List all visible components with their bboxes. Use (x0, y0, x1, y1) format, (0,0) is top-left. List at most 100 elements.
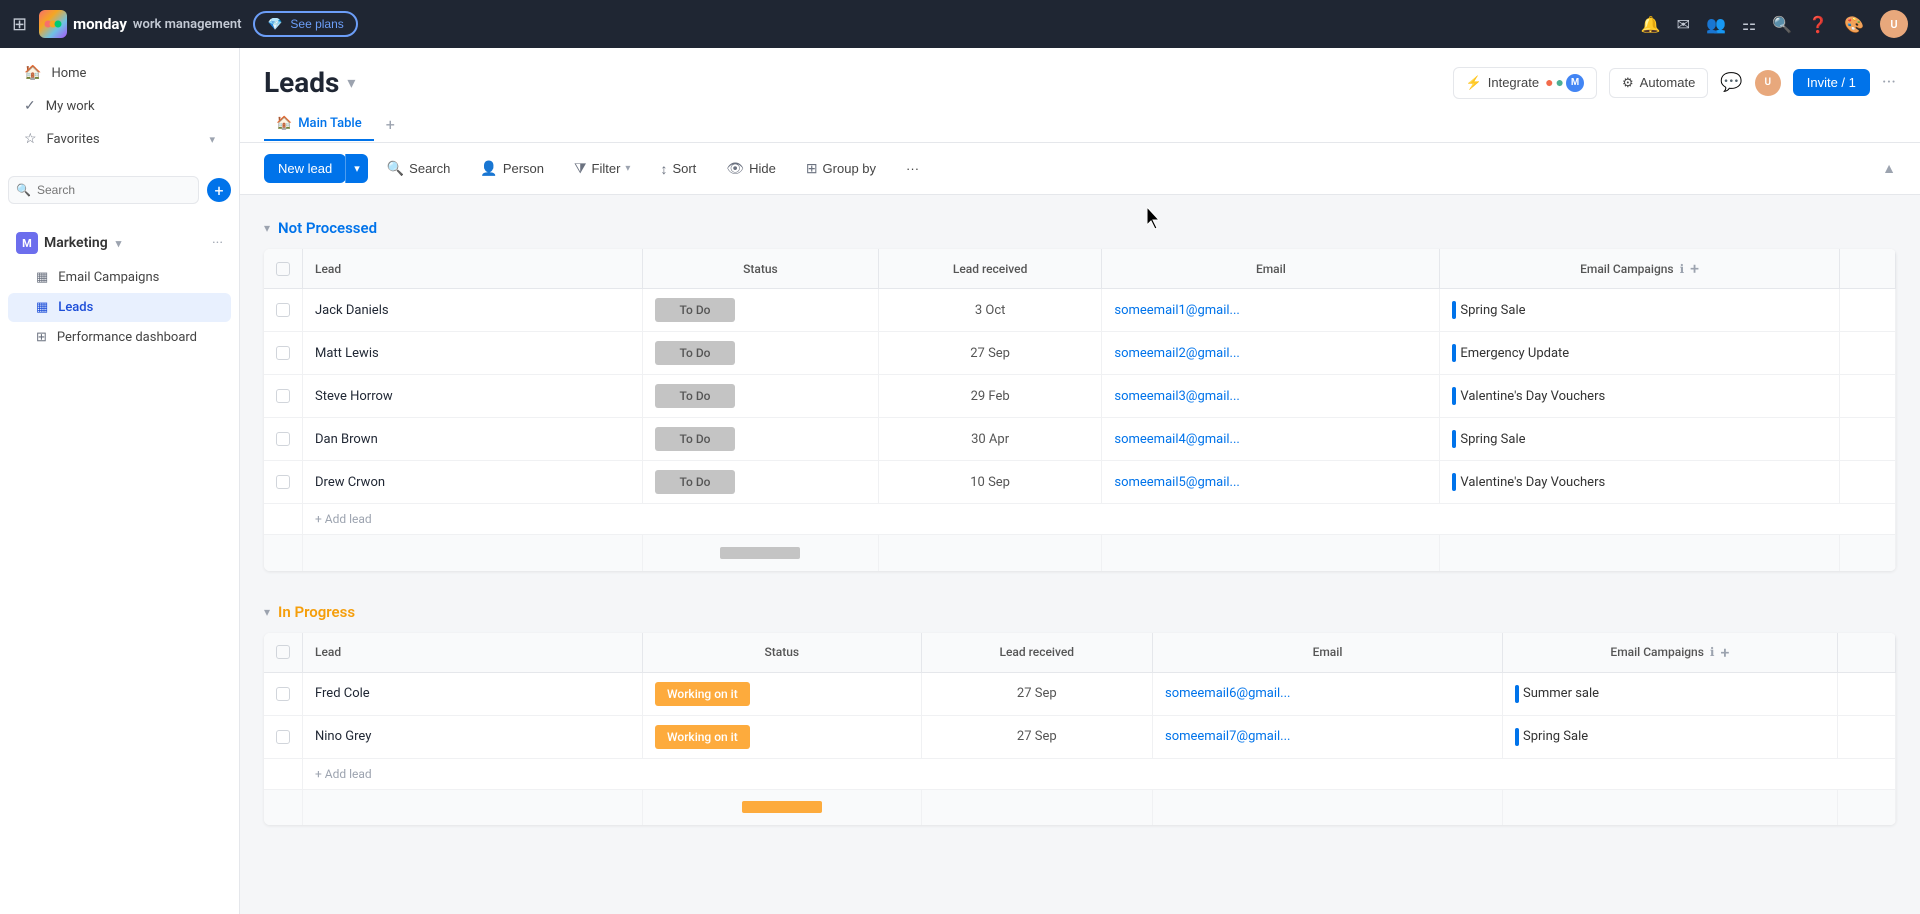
add-column-icon-ip[interactable]: + (1720, 643, 1729, 662)
select-all-checkbox[interactable] (276, 262, 290, 276)
email-campaigns-info-icon-ip[interactable]: ℹ (1710, 645, 1715, 659)
sidebar-search-wrapper: 🔍 (8, 176, 199, 204)
sidebar-item-leads[interactable]: ▦ Leads (8, 293, 231, 322)
sidebar-item-performance-dashboard[interactable]: ⊞ Performance dashboard (8, 323, 231, 352)
invite-button[interactable]: Invite / 1 (1793, 69, 1870, 96)
row-checkbox-ip[interactable] (276, 687, 290, 701)
email-cell[interactable]: someemail5@gmail... (1102, 461, 1440, 504)
hide-button[interactable]: 👁 Hide (715, 153, 787, 184)
new-lead-dropdown-arrow[interactable]: ▾ (345, 154, 368, 183)
status-cell[interactable]: To Do (643, 332, 879, 375)
status-cell[interactable]: To Do (643, 418, 879, 461)
integration-icons: ● ● M (1545, 74, 1584, 92)
see-plans-button[interactable]: 💎 See plans (253, 11, 357, 37)
email-link: someemail1@gmail... (1114, 303, 1239, 318)
user-avatar[interactable]: U (1755, 70, 1781, 96)
integrate-button[interactable]: ⚡ Integrate ● ● M (1453, 67, 1597, 99)
email-cell-ip[interactable]: someemail6@gmail... (1152, 672, 1502, 715)
add-lead-row-ip[interactable]: + Add lead (264, 758, 1896, 789)
avatar[interactable]: U (1880, 10, 1908, 38)
new-lead-button[interactable]: New lead (264, 154, 346, 183)
in-progress-toggle-icon[interactable]: ▾ (264, 605, 270, 619)
row-checkbox[interactable] (276, 432, 290, 446)
campaign-name: Valentine's Day Vouchers (1460, 475, 1605, 490)
help-icon[interactable]: ❓ (1808, 15, 1828, 34)
sidebar-item-favorites[interactable]: ☆ Favorites ▾ (8, 123, 231, 155)
logo: monday work management (39, 10, 241, 38)
email-campaigns-info-icon[interactable]: ℹ (1680, 262, 1685, 276)
page-title-chevron-icon[interactable]: ▾ (347, 73, 355, 92)
row-checkbox[interactable] (276, 303, 290, 317)
more-toolbar-button[interactable]: ··· (895, 154, 930, 183)
row-checkbox[interactable] (276, 475, 290, 489)
email-cell[interactable]: someemail2@gmail... (1102, 332, 1440, 375)
more-options-icon[interactable]: ··· (1882, 72, 1896, 93)
add-tab-button[interactable]: + (378, 107, 403, 142)
campaign-cell-ip2: Spring Sale (1502, 715, 1837, 758)
group-by-label: Group by (823, 161, 876, 176)
filter-button[interactable]: ⧩ Filter ▾ (563, 153, 641, 184)
add-lead-label[interactable]: + Add lead (303, 504, 1896, 535)
lead-name-cell-ip2: Nino Grey ⊕ (303, 715, 643, 758)
sort-label: Sort (672, 161, 696, 176)
comment-icon[interactable]: 💬 (1720, 72, 1742, 93)
row-checkbox-cell (264, 375, 303, 418)
group-by-button[interactable]: ⊞ Group by (795, 153, 887, 184)
automate-label: Automate (1640, 75, 1696, 90)
checkbox-header (264, 249, 303, 289)
row-checkbox-cell-ip2 (264, 715, 303, 758)
campaign-cell-ip: Summer sale (1502, 672, 1837, 715)
colorapp-icon[interactable]: 🎨 (1844, 15, 1864, 34)
search-icon[interactable]: 🔍 (1772, 15, 1792, 34)
status-cell[interactable]: To Do (643, 375, 879, 418)
workspace-menu-icon[interactable]: ··· (212, 235, 223, 251)
empty-col-header-ip (1837, 633, 1895, 673)
row-checkbox[interactable] (276, 389, 290, 403)
sidebar-favorites-label: Favorites (47, 132, 100, 147)
automate-button[interactable]: ⚙ Automate (1609, 68, 1708, 98)
sidebar-search-input[interactable] (8, 176, 199, 204)
status-cell[interactable]: To Do (643, 461, 879, 504)
email-cell[interactable]: someemail1@gmail... (1102, 289, 1440, 332)
email-cell[interactable]: someemail3@gmail... (1102, 375, 1440, 418)
tab-main-table[interactable]: 🏠 Main Table (264, 108, 374, 141)
in-progress-group: ▾ In Progress Lead Status Lead received … (264, 595, 1896, 826)
status-cell[interactable]: To Do (643, 289, 879, 332)
filter-icon: ⧩ (574, 160, 587, 177)
extra-cell (1839, 289, 1895, 332)
in-progress-table: Lead Status Lead received Email Email Ca… (264, 633, 1896, 826)
person-button[interactable]: 👤 Person (469, 153, 555, 184)
add-column-icon[interactable]: + (1690, 259, 1699, 278)
row-checkbox[interactable] (276, 346, 290, 360)
collapse-toolbar-icon[interactable]: ▲ (1882, 160, 1896, 177)
row-checkbox-ip2[interactable] (276, 730, 290, 744)
status-cell-ip2[interactable]: Working on it (643, 715, 922, 758)
workspace-name: Marketing (44, 235, 108, 251)
date-cell: 27 Sep (878, 332, 1102, 375)
add-lead-row[interactable]: + Add lead (264, 504, 1896, 535)
workspace-label[interactable]: Marketing ▾ (44, 235, 206, 251)
star-icon: ☆ (24, 131, 37, 147)
sidebar-item-home[interactable]: 🏠 Home (8, 57, 231, 89)
lead-column-header: Lead (303, 249, 643, 289)
email-cell-ip2[interactable]: someemail7@gmail... (1152, 715, 1502, 758)
search-button[interactable]: 🔍 Search (376, 153, 462, 184)
main-layout: 🏠 Home ✓ My work ☆ Favorites ▾ 🔍 (0, 48, 1920, 914)
empty-col-header (1839, 249, 1895, 289)
sidebar-item-email-campaigns[interactable]: ▦ Email Campaigns (8, 263, 231, 292)
extra-cell (1839, 375, 1895, 418)
people-icon[interactable]: 👥 (1706, 15, 1726, 34)
status-cell-ip[interactable]: Working on it (643, 672, 922, 715)
select-all-checkbox-ip[interactable] (276, 645, 290, 659)
inbox-icon[interactable]: ✉ (1677, 15, 1690, 34)
apps-grid-icon[interactable]: ⊞ (12, 14, 27, 35)
sidebar-item-mywork[interactable]: ✓ My work (8, 90, 231, 122)
sort-button[interactable]: ↕ Sort (649, 154, 707, 184)
not-processed-toggle-icon[interactable]: ▾ (264, 221, 270, 235)
bell-icon[interactable]: 🔔 (1641, 15, 1661, 34)
add-lead-label-ip[interactable]: + Add lead (303, 758, 1896, 789)
more-toolbar-icon: ··· (906, 161, 919, 176)
email-cell[interactable]: someemail4@gmail... (1102, 418, 1440, 461)
apps-icon[interactable]: ⚏ (1742, 15, 1756, 34)
add-board-button[interactable]: + (207, 178, 231, 202)
